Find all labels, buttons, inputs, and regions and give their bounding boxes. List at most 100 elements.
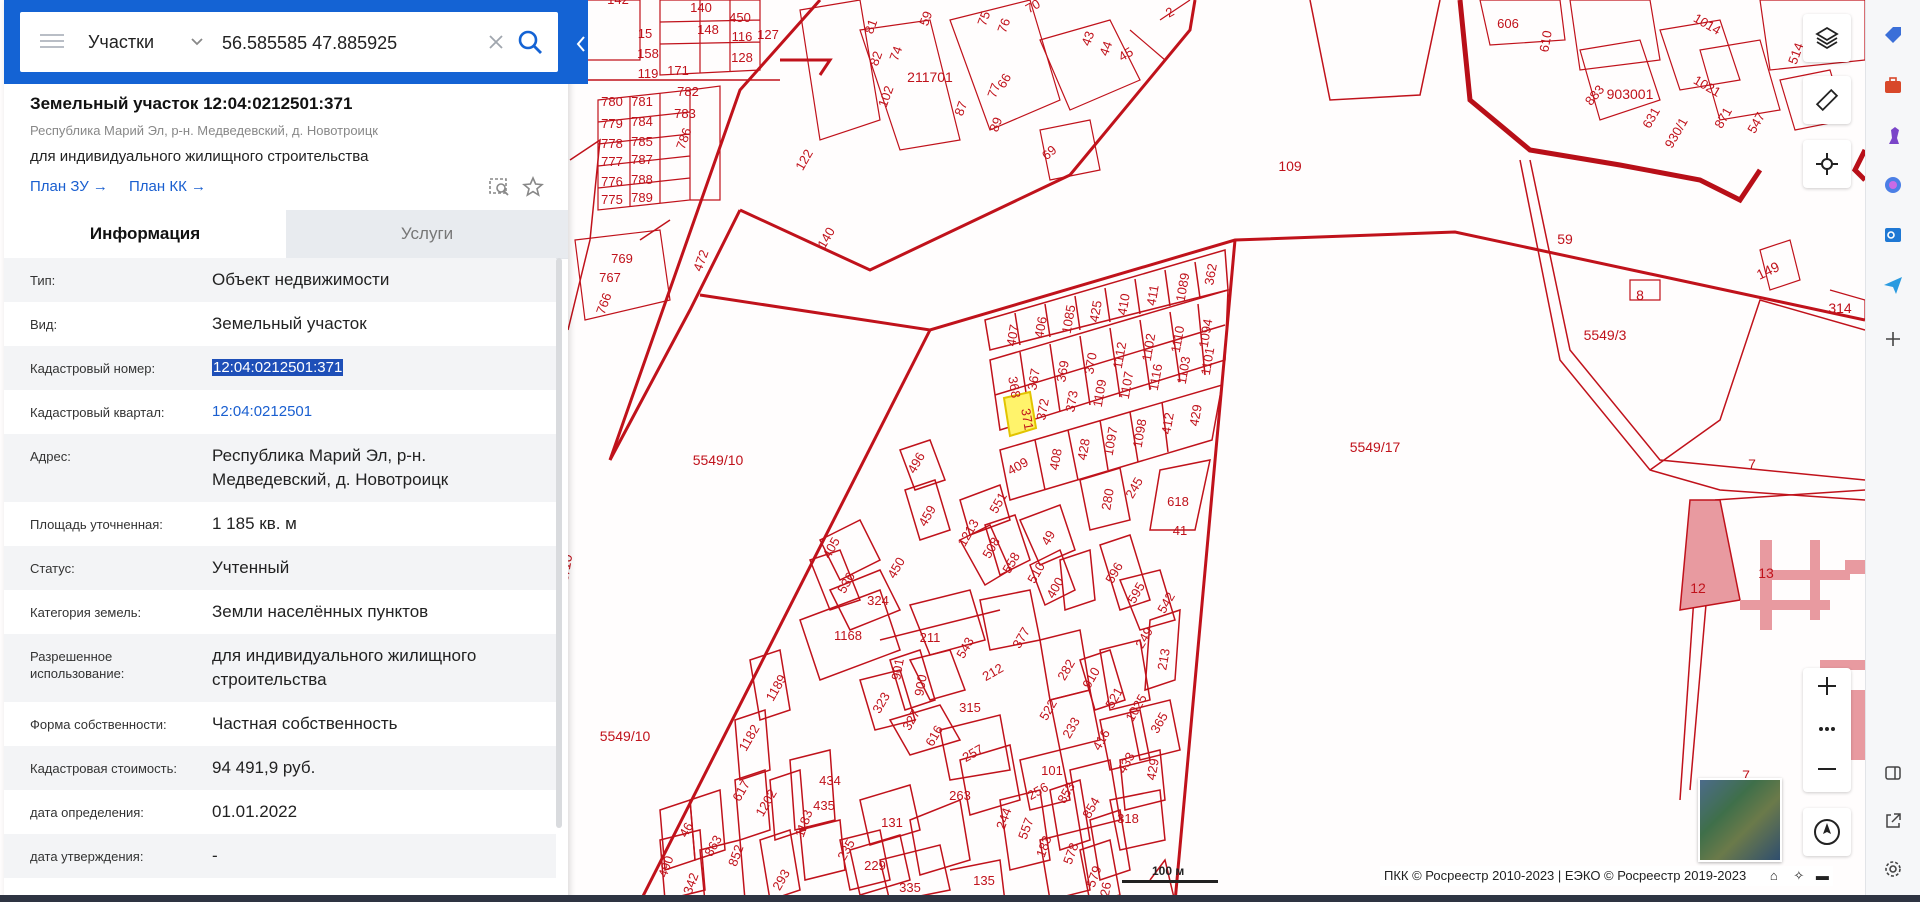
attribution-text: ПКК © Росреестр 2010-2023 | ЕЭКО © Росре… — [1384, 868, 1747, 883]
chevron-left-icon[interactable] — [574, 34, 588, 54]
zoom-in-icon — [1818, 677, 1836, 695]
external-link-icon[interactable] — [1880, 808, 1906, 834]
home-icon[interactable]: ⌂ — [1770, 868, 1778, 883]
map-label-n369: 369 — [1053, 359, 1072, 383]
map-label-n1014: 1014 — [1691, 10, 1724, 37]
zoom-in-button[interactable] — [1815, 674, 1839, 703]
map-label-n853: 853 — [1054, 780, 1078, 806]
search-box: Участки — [20, 12, 558, 72]
menu-button[interactable] — [40, 30, 64, 54]
cadastral-quarter-link[interactable]: 12:04:0212501 — [212, 400, 552, 424]
object-address: Республика Марий Эл, р-н. Медведевский, … — [30, 123, 378, 138]
map-label-n777: 777 — [601, 154, 623, 169]
map-label-n1183: 1183 — [792, 808, 816, 839]
map-label-n1085: 1085 — [1059, 304, 1079, 335]
panel-tabs: Информация Услуги — [4, 210, 568, 259]
attribution: ПКК © Росреестр 2010-2023 | ЕЭКО © Росре… — [1380, 866, 1833, 886]
map-label-n883: 883 — [1582, 82, 1607, 108]
minimap[interactable] — [1698, 778, 1782, 862]
info-value: Земли населённых пунктов — [212, 602, 429, 621]
zoom-to-object-icon[interactable] — [488, 176, 510, 198]
plan-kk-link[interactable]: План КК → — [129, 178, 206, 195]
object-header: Земельный участок 12:04:0212501:371 Респ… — [4, 84, 568, 210]
map-label-n408: 408 — [1046, 447, 1065, 471]
info-value: Учтенный — [212, 558, 290, 577]
cadastral-number-value[interactable]: 12:04:0212501:371 — [212, 356, 552, 380]
gear-icon[interactable] — [1880, 856, 1906, 882]
identify-button[interactable] — [1803, 140, 1851, 188]
chevron-down-icon[interactable] — [188, 32, 206, 50]
layers-button[interactable] — [1803, 14, 1851, 62]
taskbar-strip — [0, 895, 1920, 902]
north-button[interactable] — [1803, 808, 1851, 856]
map-label-n75: 75 — [974, 9, 993, 28]
map-label-n101: 101 — [1041, 763, 1063, 778]
sidebar-toggle-icon[interactable] — [1880, 760, 1906, 786]
map-label-n416: 416 — [1089, 727, 1113, 753]
map-label-n618: 618 — [1167, 494, 1189, 509]
more-icon — [1819, 727, 1835, 731]
info-row-ownership: Форма собственности: Частная собственнос… — [4, 702, 556, 746]
map-label-n786: 786 — [673, 126, 695, 152]
tab-information[interactable]: Информация — [4, 210, 286, 258]
more-button[interactable] — [1815, 721, 1839, 739]
map-label-n131: 131 — [881, 815, 903, 830]
tag-icon[interactable] — [1880, 22, 1906, 48]
map-label-n8: 8 — [1636, 287, 1644, 303]
map-label-n551: 551 — [986, 490, 1010, 516]
info-label: Категория земель: — [30, 605, 142, 620]
map-label-n787: 787 — [631, 152, 653, 167]
info-table: Тип: Объект недвижимости Вид: Земельный … — [4, 258, 556, 902]
panel-icon[interactable]: ▬ — [1816, 868, 1829, 883]
map-label-n244: 244 — [993, 806, 1015, 832]
map-label-n282: 282 — [1054, 657, 1078, 683]
map-label-n235: 235 — [834, 837, 858, 863]
copilot-icon[interactable] — [1880, 172, 1906, 198]
info-label: Разрешенное использование: — [30, 649, 125, 681]
map-label-n324: 324 — [867, 593, 889, 608]
outlook-icon[interactable] — [1880, 222, 1906, 248]
info-label: Площадь уточненная: — [30, 517, 163, 532]
search-icon[interactable] — [516, 28, 544, 56]
map-label-n425: 425 — [1086, 299, 1105, 323]
map-label-n212: 212 — [980, 660, 1006, 684]
map-label-n1098: 1098 — [1130, 418, 1150, 449]
map-label-n41: 41 — [1173, 523, 1187, 538]
map-label-n789: 789 — [631, 190, 653, 205]
map-label-n368: 368 — [1005, 375, 1024, 399]
map-label-n233: 233 — [1059, 715, 1083, 741]
map-label-n775: 775 — [601, 192, 623, 207]
map-label-n74: 74 — [886, 44, 905, 63]
star-icon[interactable] — [522, 176, 544, 198]
map-label-n780: 780 — [601, 94, 623, 109]
ruler-button[interactable] — [1803, 76, 1851, 124]
panel-scrollbar[interactable] — [556, 258, 562, 828]
chess-icon[interactable] — [1880, 122, 1906, 148]
info-row-address: Адрес: Республика Марий Эл, р-н. Медведе… — [4, 434, 556, 502]
map-label-n335: 335 — [899, 880, 921, 895]
map-label-n1094: 1094 — [1196, 318, 1216, 349]
zoom-out-button[interactable] — [1815, 757, 1839, 786]
send-icon[interactable] — [1880, 272, 1906, 298]
map-label-n122: 122 — [792, 147, 816, 173]
map-label-n776: 776 — [601, 174, 623, 189]
tab-services[interactable]: Услуги — [286, 210, 568, 258]
plan-zu-link[interactable]: План ЗУ → — [30, 178, 108, 195]
add-icon[interactable] — [1880, 326, 1906, 352]
map-label-n69: 69 — [1039, 142, 1060, 163]
locate-icon[interactable]: ✧ — [1793, 868, 1804, 883]
map-label-n472: 472 — [690, 248, 712, 274]
map-label-n102: 102 — [875, 84, 897, 110]
search-input[interactable] — [220, 22, 474, 64]
briefcase-icon[interactable] — [1880, 72, 1906, 98]
clear-icon[interactable] — [486, 32, 506, 52]
map-label-n783: 783 — [674, 106, 696, 121]
map-label-n7a: 7 — [1748, 456, 1756, 472]
info-row-permitted-use: Разрешенное использование: для индивидуа… — [4, 634, 556, 702]
map-label-n459: 459 — [915, 503, 939, 529]
info-row-approval-date: дата утверждения: - — [4, 834, 556, 878]
map-label-n128: 128 — [731, 50, 753, 65]
info-row-cadastral-value: Кадастровая стоимость: 94 491,9 руб. — [4, 746, 556, 790]
map-label-n1021: 1021 — [1691, 72, 1724, 99]
ruler-icon — [1815, 88, 1839, 112]
